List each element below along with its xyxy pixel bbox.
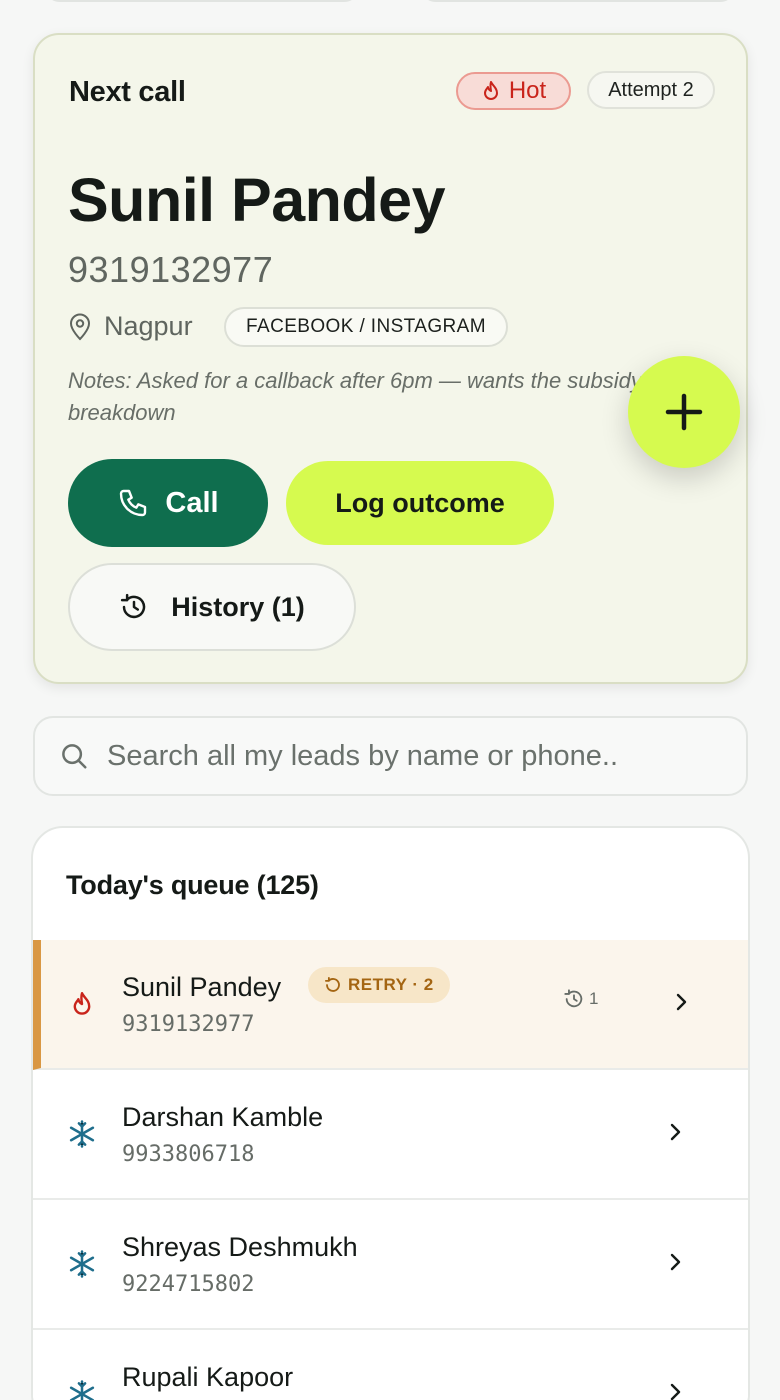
top-tab-stub-right xyxy=(420,0,736,2)
retry-badge: RETRY · 2 xyxy=(308,967,450,1003)
history-button[interactable]: History (1) xyxy=(68,563,356,651)
history-icon xyxy=(121,593,146,619)
search-input[interactable] xyxy=(107,739,746,773)
next-call-card: Next call Hot Attempt 2 Sunil Pandey 931… xyxy=(33,33,748,684)
map-pin-icon xyxy=(69,313,91,340)
chevron-right-icon[interactable] xyxy=(669,990,693,1014)
lead-name: Sunil Pandey xyxy=(68,166,446,234)
search-icon xyxy=(62,744,87,769)
plus-icon xyxy=(665,393,703,431)
lead-location: Nagpur xyxy=(68,311,193,342)
snowflake-icon xyxy=(66,1118,98,1150)
queue-row-name: Shreyas Deshmukh xyxy=(122,1232,358,1262)
queue-row[interactable]: Shreyas Deshmukh 9224715802 xyxy=(33,1200,748,1330)
queue-list: Sunil Pandey RETRY · 2 9319132977 1 Dars… xyxy=(33,940,748,1400)
chevron-right-icon[interactable] xyxy=(663,1380,687,1400)
history-button-label: History (1) xyxy=(171,591,305,622)
queue-title: Today's queue (125) xyxy=(66,870,319,900)
hot-badge-label: Hot xyxy=(508,77,547,104)
queue-row-name: Darshan Kamble xyxy=(122,1102,324,1132)
queue-row[interactable]: Sunil Pandey RETRY · 2 9319132977 1 xyxy=(33,940,748,1070)
queue-row[interactable]: Darshan Kamble 9933806718 xyxy=(33,1070,748,1200)
queue-row[interactable]: Rupali Kapoor xyxy=(33,1330,748,1400)
todays-queue-card: Today's queue (125) Sunil Pandey RETRY ·… xyxy=(31,826,750,1400)
queue-row-phone: 9319132977 xyxy=(122,1012,255,1037)
lead-phone: 9319132977 xyxy=(68,249,274,290)
chevron-right-icon[interactable] xyxy=(663,1250,687,1274)
call-button[interactable]: Call xyxy=(68,459,268,547)
queue-row-phone: 9933806718 xyxy=(122,1142,255,1167)
history-count: 1 xyxy=(563,988,598,1010)
top-tab-stub-left xyxy=(44,0,360,2)
history-icon xyxy=(564,989,583,1008)
search-box xyxy=(33,716,748,796)
chevron-right-icon[interactable] xyxy=(663,1120,687,1144)
lead-source-chip: FACEBOOK / INSTAGRAM xyxy=(224,307,508,347)
retry-icon xyxy=(324,976,340,992)
flame-icon xyxy=(483,81,498,100)
log-outcome-button[interactable]: Log outcome xyxy=(286,461,554,545)
lead-notes: Notes: Asked for a callback after 6pm — … xyxy=(68,368,642,425)
retry-badge-label: RETRY · 2 xyxy=(348,975,434,994)
call-button-label: Call xyxy=(165,486,219,519)
queue-row-phone: 9224715802 xyxy=(122,1272,255,1297)
queue-row-name: Sunil Pandey xyxy=(122,972,282,1002)
flame-icon xyxy=(66,988,98,1020)
attempt-badge: Attempt 2 xyxy=(587,71,715,109)
add-lead-fab[interactable] xyxy=(628,356,740,468)
phone-icon xyxy=(120,489,147,517)
history-count-value: 1 xyxy=(589,989,599,1008)
location-text: Nagpur xyxy=(104,311,193,341)
snowflake-icon xyxy=(66,1378,98,1400)
next-call-label: Next call xyxy=(69,76,186,108)
snowflake-icon xyxy=(66,1248,98,1280)
queue-row-name: Rupali Kapoor xyxy=(122,1362,294,1392)
hot-badge: Hot xyxy=(456,72,571,110)
